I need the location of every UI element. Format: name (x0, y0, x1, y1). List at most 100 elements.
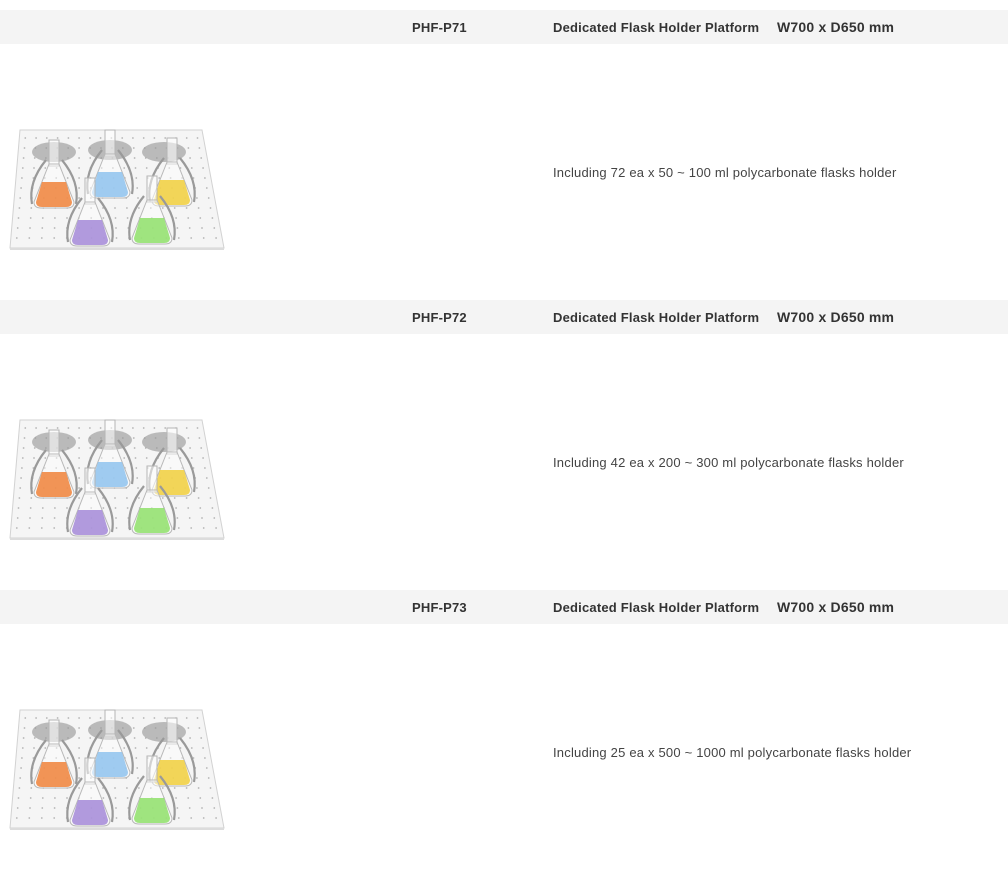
platform-hole (53, 227, 56, 229)
platform-hole (41, 807, 44, 809)
platform-hole (205, 187, 208, 189)
platform-hole (114, 217, 117, 219)
platform-hole (204, 177, 206, 179)
platform-hole (202, 167, 205, 169)
platform-hole (78, 497, 80, 499)
platform-hole (138, 787, 140, 789)
platform-hole (188, 807, 191, 809)
platform-hole (215, 237, 218, 239)
platform-hole (17, 797, 20, 799)
platform-hole (66, 467, 69, 469)
flask-neck (146, 465, 158, 493)
platform-hole (137, 487, 139, 489)
flask-liquid (92, 172, 128, 197)
flask-liquid (134, 798, 170, 823)
platform-hole (40, 817, 43, 819)
platform-hole (158, 467, 161, 469)
platform-hole (187, 437, 190, 439)
platform-hole (45, 137, 48, 139)
platform-hole (22, 737, 25, 739)
platform-hole (66, 757, 69, 759)
flask-neck (48, 139, 60, 167)
platform-hole (78, 757, 80, 759)
platform-hole (18, 787, 21, 789)
platform-hole (177, 817, 180, 819)
platform-hole (126, 497, 128, 499)
model-code: PHF-P71 (412, 20, 467, 35)
flask-liquid (36, 182, 72, 207)
platform-hole (142, 717, 145, 719)
platform-hole (17, 507, 20, 509)
platform-hole (78, 457, 80, 459)
platform-hole (187, 217, 190, 219)
platform-hole (176, 227, 179, 229)
platform-hole (53, 527, 56, 529)
platform-hole (44, 747, 47, 749)
platform-hole (115, 237, 118, 239)
platform-hole (89, 137, 91, 139)
flask-liquid (154, 760, 190, 785)
product-description: Including 72 ea x 50 ~ 100 ml polycarbon… (553, 165, 897, 180)
platform-hole (89, 717, 91, 719)
product-size: W700 x D650 mm (777, 19, 895, 35)
platform-hole (213, 517, 216, 519)
platform-hole (67, 427, 70, 429)
platform-hole (134, 167, 137, 169)
platform-hole (21, 467, 23, 469)
platform-hole (123, 457, 126, 459)
platform-hole (132, 427, 134, 429)
platform-hole (161, 207, 164, 209)
platform-hole (19, 777, 22, 779)
platform-hole (16, 227, 19, 229)
platform-hole (161, 787, 164, 789)
platform-hole (29, 807, 31, 809)
platform-hole (202, 817, 205, 819)
platform-hole (20, 187, 22, 189)
product-description: Including 42 ea x 200 ~ 300 ml polycarbo… (553, 455, 904, 470)
flask-liquid (72, 800, 108, 825)
platform-hole (197, 497, 200, 499)
platform-hole (207, 487, 210, 489)
platform-illustration (9, 419, 225, 542)
flask-neck (166, 137, 178, 165)
platform-hole (189, 447, 192, 449)
platform-hole (126, 207, 128, 209)
platform-hole (19, 487, 22, 489)
platform-hole (205, 767, 208, 769)
platform-hole (54, 217, 56, 219)
product-name: Dedicated Flask Holder Platform (553, 310, 760, 325)
platform-hole (153, 137, 156, 139)
platform-hole (15, 817, 18, 819)
platform-edge (10, 828, 224, 832)
flask-neck (84, 757, 96, 785)
platform-hole (173, 497, 176, 499)
flask-liquid (72, 510, 108, 535)
platform-hole (78, 207, 80, 209)
platform-hole (173, 207, 176, 209)
platform-hole (23, 437, 26, 439)
flask-liquid (134, 508, 170, 533)
platform-hole (115, 807, 117, 809)
platform-hole (145, 167, 148, 169)
platform-hole (99, 137, 102, 139)
platform-hole (56, 137, 59, 139)
platform-hole (175, 797, 178, 799)
platform-hole (78, 767, 80, 769)
platform-hole (15, 527, 18, 529)
platform-hole (78, 487, 80, 489)
product-image (6, 368, 230, 542)
platform-hole (56, 717, 59, 719)
platform-hole (78, 437, 80, 439)
product-header: PHF-P72 Dedicated Flask Holder Platform … (0, 300, 1008, 334)
platform-hole (22, 447, 25, 449)
platform-hole (190, 747, 193, 749)
platform-hole (29, 517, 31, 519)
platform-illustration (9, 709, 225, 832)
platform-hole (196, 137, 199, 139)
platform-hole (78, 737, 80, 739)
platform-edge (10, 248, 224, 252)
platform-hole (173, 787, 176, 789)
platform-hole (132, 437, 135, 439)
platform-hole (30, 207, 33, 209)
platform-hole (133, 737, 136, 739)
